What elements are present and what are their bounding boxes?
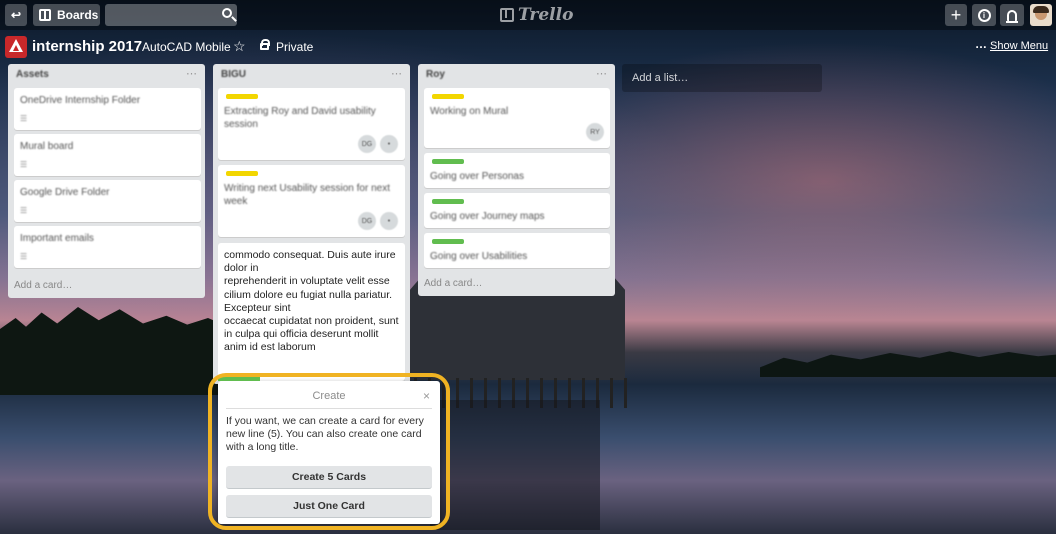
trello-logo-icon — [500, 8, 514, 22]
boards-button[interactable]: Boards — [33, 4, 100, 26]
boards-label: Boards — [57, 8, 99, 22]
card-title: Google Drive Folder — [20, 187, 110, 198]
boards-icon — [39, 9, 51, 21]
highlight-outline — [208, 373, 450, 530]
card-title: Working on Mural — [430, 106, 509, 117]
card-title-line: Writing next Usability session for next — [224, 183, 390, 194]
add-list-button[interactable]: Add a list… — [622, 64, 822, 92]
card-title: OneDrive Internship Folder — [20, 95, 141, 106]
description-icon: ☰ — [20, 252, 28, 261]
star-icon[interactable]: ☆ — [233, 38, 246, 55]
label-green — [432, 159, 464, 164]
card[interactable]: Going over Journey maps — [424, 193, 610, 228]
add-card-link[interactable]: Add a card… — [14, 280, 72, 291]
list-menu-icon[interactable]: ⋯ — [596, 67, 607, 80]
board-privacy[interactable]: Private — [276, 40, 313, 54]
label-yellow — [226, 94, 258, 99]
card[interactable]: Important emails ☰ — [14, 226, 201, 268]
card-composer-text[interactable]: commodo consequat. Duis aute irure dolor… — [224, 249, 404, 355]
info-icon: i — [977, 8, 991, 22]
description-icon: ☰ — [20, 160, 28, 169]
card-title: Mural board — [20, 141, 74, 152]
card-title-line: week — [224, 196, 248, 207]
search-icon[interactable] — [222, 8, 232, 18]
background-reflection — [430, 400, 600, 530]
add-card-link[interactable]: Add a card… — [424, 278, 482, 289]
trello-logo-text: Trello — [518, 5, 574, 25]
list-menu-icon[interactable]: ⋯ — [186, 67, 197, 80]
card-title: Going over Personas — [430, 171, 524, 182]
member-avatar[interactable]: • — [380, 212, 398, 230]
card[interactable]: Working on Mural RY — [424, 88, 610, 148]
background-treeline-far — [760, 351, 1056, 377]
search-box[interactable] — [105, 4, 237, 26]
list-title[interactable]: Assets — [16, 69, 49, 80]
autocad-board-icon — [5, 36, 27, 58]
board-team[interactable]: AutoCAD Mobile — [142, 40, 231, 54]
list-menu-icon[interactable]: ⋯ — [391, 67, 402, 80]
description-icon: ☰ — [20, 114, 28, 123]
card[interactable]: Going over Personas — [424, 153, 610, 188]
avatar[interactable] — [1030, 4, 1052, 26]
card-title: Going over Usabilities — [430, 251, 528, 262]
member-avatar[interactable]: • — [380, 135, 398, 153]
card-title: Going over Journey maps — [430, 211, 545, 222]
card-title-line: Extracting Roy and David usability — [224, 106, 376, 117]
show-menu-link[interactable]: Show Menu — [990, 40, 1048, 52]
card-title-line: session — [224, 119, 258, 130]
card-title: Important emails — [20, 233, 94, 244]
back-arrow-icon: ↩ — [10, 8, 22, 22]
description-icon: ☰ — [20, 206, 28, 215]
add-button[interactable]: + — [945, 4, 967, 26]
member-avatar[interactable]: DG — [358, 135, 376, 153]
card[interactable]: Extracting Roy and David usability sessi… — [218, 88, 405, 160]
back-button[interactable]: ↩ — [5, 4, 27, 26]
list-title[interactable]: BIGU — [221, 69, 246, 80]
card[interactable]: Writing next Usability session for next … — [218, 165, 405, 237]
search-input[interactable] — [105, 4, 237, 26]
list-title[interactable]: Roy — [426, 69, 445, 80]
card-composer[interactable]: commodo consequat. Duis aute irure dolor… — [218, 243, 405, 381]
card[interactable]: Mural board ☰ — [14, 134, 201, 176]
label-green — [432, 199, 464, 204]
member-avatar[interactable]: DG — [358, 212, 376, 230]
label-green — [432, 239, 464, 244]
plus-icon: + — [950, 4, 962, 25]
info-button[interactable]: i — [972, 4, 996, 26]
label-yellow — [432, 94, 464, 99]
bell-icon — [1006, 9, 1018, 23]
menu-dots-icon[interactable]: … — [975, 37, 988, 51]
card[interactable]: OneDrive Internship Folder ☰ — [14, 88, 201, 130]
label-yellow — [226, 171, 258, 176]
lock-icon — [260, 39, 270, 50]
board-title[interactable]: internship 2017 — [32, 38, 142, 55]
card[interactable]: Going over Usabilities — [424, 233, 610, 268]
list-roy: Roy ⋯ Working on Mural RY Going over Per… — [418, 64, 615, 296]
card[interactable]: Google Drive Folder ☰ — [14, 180, 201, 222]
list-assets: Assets ⋯ OneDrive Internship Folder ☰ Mu… — [8, 64, 205, 298]
member-avatar[interactable]: RY — [586, 123, 604, 141]
trello-logo[interactable]: Trello — [500, 5, 573, 25]
avatar-hair — [1033, 6, 1049, 13]
top-header: ↩ Boards Trello + i — [0, 0, 1056, 30]
notifications-button[interactable] — [1000, 4, 1024, 26]
